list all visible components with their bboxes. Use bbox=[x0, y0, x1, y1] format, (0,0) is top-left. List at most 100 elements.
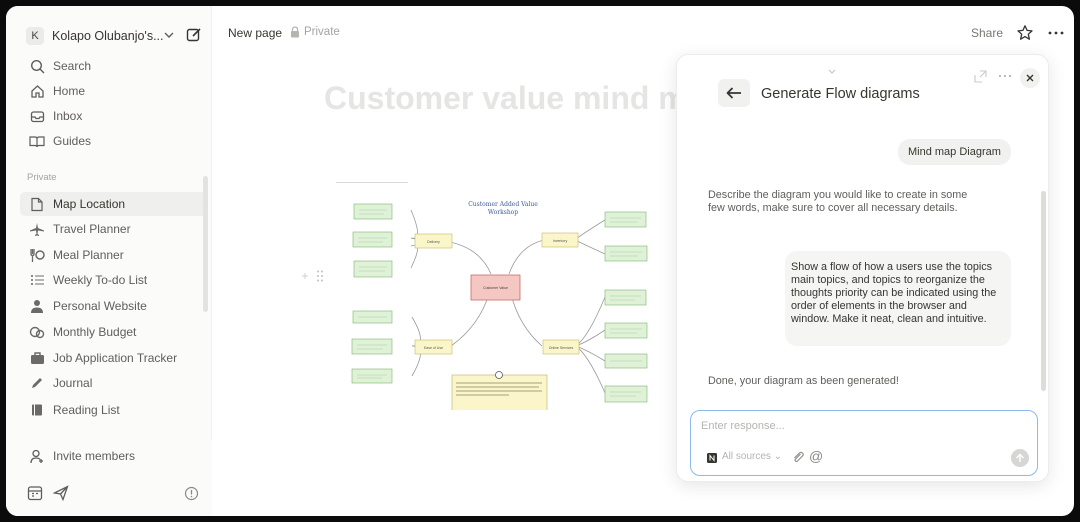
section-label-private: Private bbox=[27, 172, 57, 183]
user-message-bubble: Show a flow of how a users use the topic… bbox=[785, 251, 1011, 346]
sidebar-item-travel-planner[interactable]: Travel Planner bbox=[20, 217, 206, 241]
privacy-label: Private bbox=[304, 26, 340, 38]
response-input[interactable] bbox=[701, 420, 1001, 432]
sidebar-item-job-tracker[interactable]: Job Application Tracker bbox=[20, 346, 206, 370]
generate-flow-panel: Generate Flow diagrams Mind map Diagram … bbox=[676, 54, 1049, 482]
lock-icon bbox=[291, 26, 299, 38]
chevron-down-icon[interactable] bbox=[162, 26, 176, 44]
nav-inbox[interactable]: Inbox bbox=[20, 104, 206, 128]
divider bbox=[336, 182, 408, 183]
more-options-icon[interactable] bbox=[1046, 24, 1066, 42]
sidebar: K Kolapo Olubanjo's... Search Home Inbox… bbox=[6, 6, 212, 516]
arrow-up-icon bbox=[1015, 453, 1025, 462]
breadcrumb[interactable]: New page bbox=[228, 26, 282, 40]
close-icon bbox=[1026, 74, 1034, 82]
paperclip-icon[interactable] bbox=[791, 450, 805, 464]
invite-members-label: Invite members bbox=[53, 449, 136, 463]
mind-map-subtitle: Workshop bbox=[488, 209, 518, 216]
coins-icon bbox=[28, 323, 46, 341]
nav-home[interactable]: Home bbox=[20, 79, 206, 103]
sidebar-item-map-location[interactable]: Map Location bbox=[20, 192, 206, 216]
privacy-indicator[interactable]: Private bbox=[290, 26, 340, 38]
sidebar-item-journal[interactable]: Journal bbox=[20, 371, 206, 395]
mind-map-image[interactable]: Customer Added Value Workshop Customer V… bbox=[339, 186, 651, 410]
book-open-icon bbox=[28, 132, 46, 150]
workspace-avatar: K bbox=[26, 27, 44, 45]
sidebar-item-personal-website[interactable]: Personal Website bbox=[20, 294, 206, 318]
nav-search-label: Search bbox=[53, 59, 92, 73]
sidebar-item-label: Personal Website bbox=[53, 299, 147, 313]
send-button[interactable] bbox=[1011, 449, 1029, 467]
mind-map-title: Customer Added Value bbox=[468, 201, 538, 208]
mind-map-leaf-text-lines bbox=[357, 209, 642, 397]
close-button[interactable] bbox=[1020, 68, 1040, 88]
page-title[interactable]: Customer value mind m bbox=[324, 80, 694, 117]
list-icon bbox=[28, 271, 46, 289]
response-input-box[interactable]: All sources ⌄ @ bbox=[690, 410, 1038, 476]
sidebar-item-label: Monthly Budget bbox=[53, 325, 137, 339]
sidebar-item-meal-planner[interactable]: Meal Planner bbox=[20, 243, 206, 267]
topbar: New page Private Share bbox=[212, 6, 1074, 60]
sidebar-item-label: Weekly To-do List bbox=[53, 273, 148, 287]
chevron-down-icon[interactable] bbox=[824, 64, 840, 80]
pencil-icon bbox=[28, 374, 46, 392]
send-icon[interactable] bbox=[52, 484, 70, 502]
sidebar-scrollbar[interactable] bbox=[203, 176, 208, 312]
sidebar-item-label: Meal Planner bbox=[53, 248, 124, 262]
app-window: K Kolapo Olubanjo's... Search Home Inbox… bbox=[6, 6, 1074, 516]
mention-icon[interactable]: @ bbox=[809, 448, 823, 464]
home-icon bbox=[28, 82, 46, 100]
sidebar-item-label: Job Application Tracker bbox=[53, 351, 178, 365]
sidebar-item-label: Map Location bbox=[53, 197, 126, 211]
diagram-type-chip[interactable]: Mind map Diagram bbox=[898, 139, 1011, 165]
panel-title: Generate Flow diagrams bbox=[761, 86, 920, 102]
sidebar-item-label: Journal bbox=[53, 376, 93, 390]
new-page-icon[interactable] bbox=[185, 26, 203, 44]
sidebar-bottom: Invite members bbox=[6, 440, 212, 516]
nav-home-label: Home bbox=[53, 84, 86, 98]
drag-handle-icon[interactable] bbox=[299, 269, 327, 283]
nav-guides-label: Guides bbox=[53, 134, 92, 148]
sources-label: All sources bbox=[722, 451, 771, 462]
sidebar-item-label: Reading List bbox=[53, 403, 120, 417]
mind-map-hub-label: Ease of Use bbox=[424, 346, 443, 350]
user-message-text: Show a flow of how a users use the topic… bbox=[791, 261, 997, 325]
panel-scrollbar[interactable] bbox=[1041, 191, 1046, 391]
inbox-icon bbox=[28, 107, 46, 125]
page-icon bbox=[28, 195, 46, 213]
sidebar-item-weekly-todo[interactable]: Weekly To-do List bbox=[20, 268, 206, 292]
invite-members-button[interactable]: Invite members bbox=[20, 444, 206, 468]
notion-logo-icon bbox=[707, 453, 717, 463]
person-add-icon bbox=[28, 447, 46, 465]
share-button[interactable]: Share bbox=[971, 26, 1003, 40]
book-icon bbox=[28, 401, 46, 419]
more-options-icon[interactable] bbox=[997, 68, 1013, 84]
sidebar-item-monthly-budget[interactable]: Monthly Budget bbox=[20, 320, 206, 344]
mind-map-hub-label: Delivery bbox=[427, 240, 440, 244]
search-icon bbox=[28, 57, 46, 75]
utensils-icon bbox=[28, 246, 46, 264]
nav-inbox-label: Inbox bbox=[53, 109, 83, 123]
sources-selector[interactable]: All sources ⌄ bbox=[722, 451, 782, 462]
nav-search[interactable]: Search bbox=[20, 54, 206, 78]
mind-map-hub-label: Online Services bbox=[549, 346, 574, 350]
sidebar-item-reading-list[interactable]: Reading List bbox=[20, 398, 206, 422]
briefcase-icon bbox=[28, 349, 46, 367]
mind-map-hub-label: Inventory bbox=[553, 239, 568, 243]
back-button[interactable] bbox=[718, 79, 750, 107]
nav-guides[interactable]: Guides bbox=[20, 129, 206, 153]
sidebar-item-label: Travel Planner bbox=[53, 222, 131, 236]
workspace-name: Kolapo Olubanjo's... bbox=[52, 29, 164, 43]
mind-map-center-label: Customer Value bbox=[483, 286, 508, 290]
mind-map-note bbox=[451, 374, 548, 410]
calendar-icon[interactable] bbox=[26, 484, 44, 502]
help-icon[interactable] bbox=[182, 484, 200, 502]
expand-icon[interactable] bbox=[972, 68, 988, 84]
airplane-icon bbox=[28, 220, 46, 238]
star-icon[interactable] bbox=[1016, 24, 1034, 42]
person-icon bbox=[28, 297, 46, 315]
workspace-switcher[interactable]: K Kolapo Olubanjo's... bbox=[26, 26, 206, 46]
resize-handle-icon[interactable] bbox=[495, 371, 503, 379]
done-message: Done, your diagram as been generated! bbox=[708, 375, 899, 387]
arrow-left-icon bbox=[726, 87, 741, 99]
